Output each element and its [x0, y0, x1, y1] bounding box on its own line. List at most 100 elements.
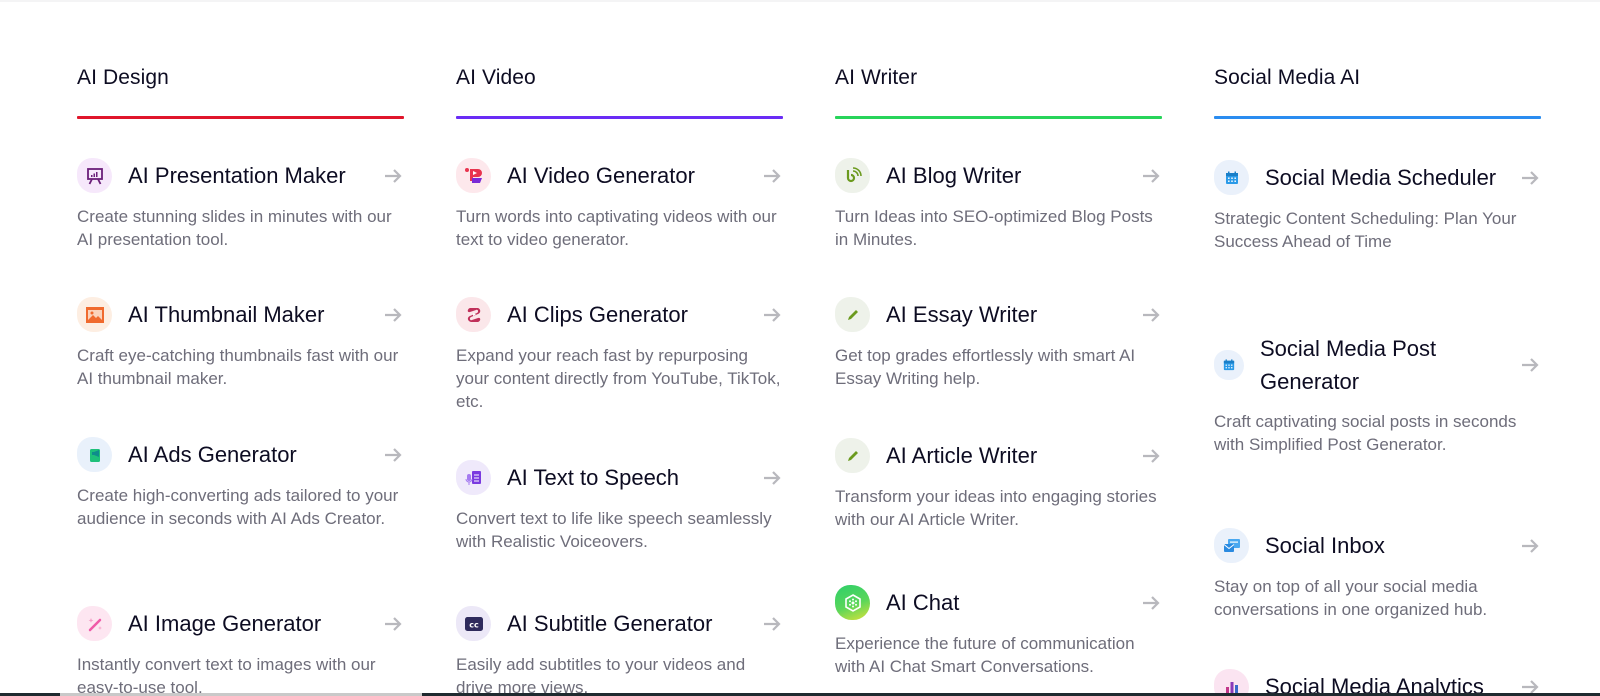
menu-item-link[interactable]: AI Article Writer [835, 438, 1162, 473]
menu-item-link[interactable]: AI Text to Speech [456, 460, 783, 495]
arrow-right-icon [1140, 592, 1162, 614]
arrow-right-icon [382, 165, 404, 187]
image-film-icon [77, 297, 112, 332]
menu-item-link[interactable]: AI Ads Generator [77, 437, 404, 472]
blog-feed-icon [835, 158, 870, 193]
menu-item-title: AI Presentation Maker [128, 163, 346, 188]
menu-item-ai-image-generator[interactable]: AI Image Generator Instantly convert tex… [77, 606, 404, 696]
menu-item-description: Craft eye-catching thumbnails fast with … [77, 346, 399, 388]
menu-item-social-inbox[interactable]: Social Inbox Stay on top of all your soc… [1214, 528, 1541, 621]
menu-item-ai-text-to-speech[interactable]: AI Text to Speech Convert text to life l… [456, 460, 783, 553]
column-accent-rule [835, 116, 1162, 119]
menu-item-title: AI Subtitle Generator [507, 611, 713, 636]
arrow-right-icon [382, 444, 404, 466]
menu-item-title: AI Video Generator [507, 163, 695, 188]
column-title: AI Writer [835, 66, 918, 89]
arrow-right-icon [1519, 167, 1541, 189]
menu-item-title: AI Chat [886, 590, 960, 615]
menu-item-link[interactable]: AI Blog Writer [835, 158, 1162, 193]
ai-chat-icon [835, 585, 870, 620]
menu-item-description: Instantly convert text to images with ou… [77, 655, 376, 696]
menu-item-ai-ads-generator[interactable]: AI Ads Generator Create high-converting … [77, 437, 404, 530]
arrow-right-icon [1519, 354, 1541, 376]
menu-item-link[interactable]: Social Inbox [1214, 528, 1541, 563]
menu-item-ai-essay-writer[interactable]: AI Essay Writer Get top grades effortles… [835, 297, 1162, 390]
menu-item-ai-chat[interactable]: AI Chat Experience the future of communi… [835, 585, 1162, 678]
menu-item-ai-video-generator[interactable]: AI Video Generator Turn words into capti… [456, 158, 783, 251]
menu-item-title: AI Ads Generator [128, 442, 297, 467]
menu-item-description: Stay on top of all your social media con… [1214, 577, 1488, 619]
menu-item-ai-thumbnail-maker[interactable]: AI Thumbnail Maker Craft eye-catching th… [77, 297, 404, 390]
arrow-right-icon [1140, 304, 1162, 326]
menu-item-description: Create stunning slides in minutes with o… [77, 207, 392, 249]
arrow-right-icon [382, 613, 404, 635]
menu-item-link[interactable]: AI Presentation Maker [77, 158, 404, 193]
bar-chart-icon [1214, 669, 1249, 696]
ads-megaphone-icon [77, 437, 112, 472]
menu-item-ai-blog-writer[interactable]: AI Blog Writer Turn Ideas into SEO-optim… [835, 158, 1162, 251]
column-accent-rule [456, 116, 783, 119]
pencil-icon [835, 297, 870, 332]
menu-item-description: Craft captivating social posts in second… [1214, 412, 1517, 454]
menu-item-ai-subtitle-generator[interactable]: cc AI Subtitle Generator Easily add subt… [456, 606, 783, 696]
menu-item-link[interactable]: AI Thumbnail Maker [77, 297, 404, 332]
menu-item-ai-article-writer[interactable]: AI Article Writer Transform your ideas i… [835, 438, 1162, 531]
menu-item-description: Convert text to life like speech seamles… [456, 509, 772, 551]
video-play-icon [456, 158, 491, 193]
menu-item-description: Easily add subtitles to your videos and … [456, 655, 746, 696]
menu-item-link[interactable]: AI Video Generator [456, 158, 783, 193]
inbox-icon [1214, 528, 1249, 563]
menu-item-title: AI Article Writer [886, 443, 1038, 468]
menu-item-title: Social Media Scheduler [1265, 165, 1497, 190]
clips-icon [456, 297, 491, 332]
product-menu: AI Design AI Presentation Maker Create s… [77, 0, 1541, 696]
menu-item-description: Strategic Content Scheduling: Plan Your … [1214, 209, 1517, 251]
arrow-right-icon [382, 304, 404, 326]
menu-item-social-media-post-generator[interactable]: Social Media Post Generator Craft captiv… [1214, 332, 1541, 456]
menu-item-description: Turn words into captivating videos with … [456, 207, 777, 249]
menu-item-description: Turn Ideas into SEO-optimized Blog Posts… [835, 207, 1153, 249]
svg-text:cc: cc [469, 620, 479, 629]
column-title: AI Video [456, 66, 536, 89]
menu-item-description: Experience the future of communication w… [835, 634, 1135, 676]
column-accent-rule [1214, 116, 1541, 119]
arrow-right-icon [1140, 165, 1162, 187]
menu-item-title: AI Clips Generator [507, 302, 688, 327]
arrow-right-icon [761, 165, 783, 187]
menu-item-link[interactable]: Social Media Analytics [1214, 669, 1541, 696]
menu-item-ai-clips-generator[interactable]: AI Clips Generator Expand your reach fas… [456, 297, 783, 413]
menu-item-description: Expand your reach fast by repurposing yo… [456, 346, 781, 411]
menu-item-title: AI Essay Writer [886, 302, 1038, 327]
menu-item-link[interactable]: AI Image Generator [77, 606, 404, 641]
menu-item-social-media-analytics[interactable]: Social Media Analytics [1214, 669, 1541, 696]
magic-wand-icon [77, 606, 112, 641]
column-title: AI Design [77, 66, 169, 89]
arrow-right-icon [761, 613, 783, 635]
menu-item-title: AI Thumbnail Maker [128, 302, 325, 327]
menu-item-ai-presentation-maker[interactable]: AI Presentation Maker Create stunning sl… [77, 158, 404, 251]
arrow-right-icon [1140, 445, 1162, 467]
menu-item-title: Social Inbox [1265, 533, 1385, 558]
pencil-icon [835, 438, 870, 473]
arrow-right-icon [761, 304, 783, 326]
menu-item-link[interactable]: AI Clips Generator [456, 297, 783, 332]
calendar-icon [1214, 160, 1249, 195]
menu-item-title: AI Text to Speech [507, 465, 680, 490]
menu-item-link[interactable]: AI Essay Writer [835, 297, 1162, 332]
arrow-right-icon [1519, 535, 1541, 557]
menu-item-link[interactable]: Social Media Post Generator [1214, 332, 1541, 398]
menu-item-title: AI Image Generator [128, 611, 322, 636]
column-title: Social Media AI [1214, 66, 1361, 89]
mic-document-icon [456, 460, 491, 495]
menu-item-link[interactable]: AI Chat [835, 585, 1162, 620]
menu-item-description: Transform your ideas into engaging stori… [835, 487, 1157, 529]
menu-item-social-media-scheduler[interactable]: Social Media Scheduler Strategic Content… [1214, 160, 1541, 253]
calendar-icon [1214, 350, 1244, 380]
arrow-right-icon [761, 467, 783, 489]
menu-item-description: Create high-converting ads tailored to y… [77, 486, 399, 528]
menu-item-title: AI Blog Writer [886, 163, 1022, 188]
menu-item-link[interactable]: Social Media Scheduler [1214, 160, 1541, 195]
menu-item-description: Get top grades effortlessly with smart A… [835, 346, 1136, 388]
presentation-icon [77, 158, 112, 193]
menu-item-link[interactable]: cc AI Subtitle Generator [456, 606, 783, 641]
